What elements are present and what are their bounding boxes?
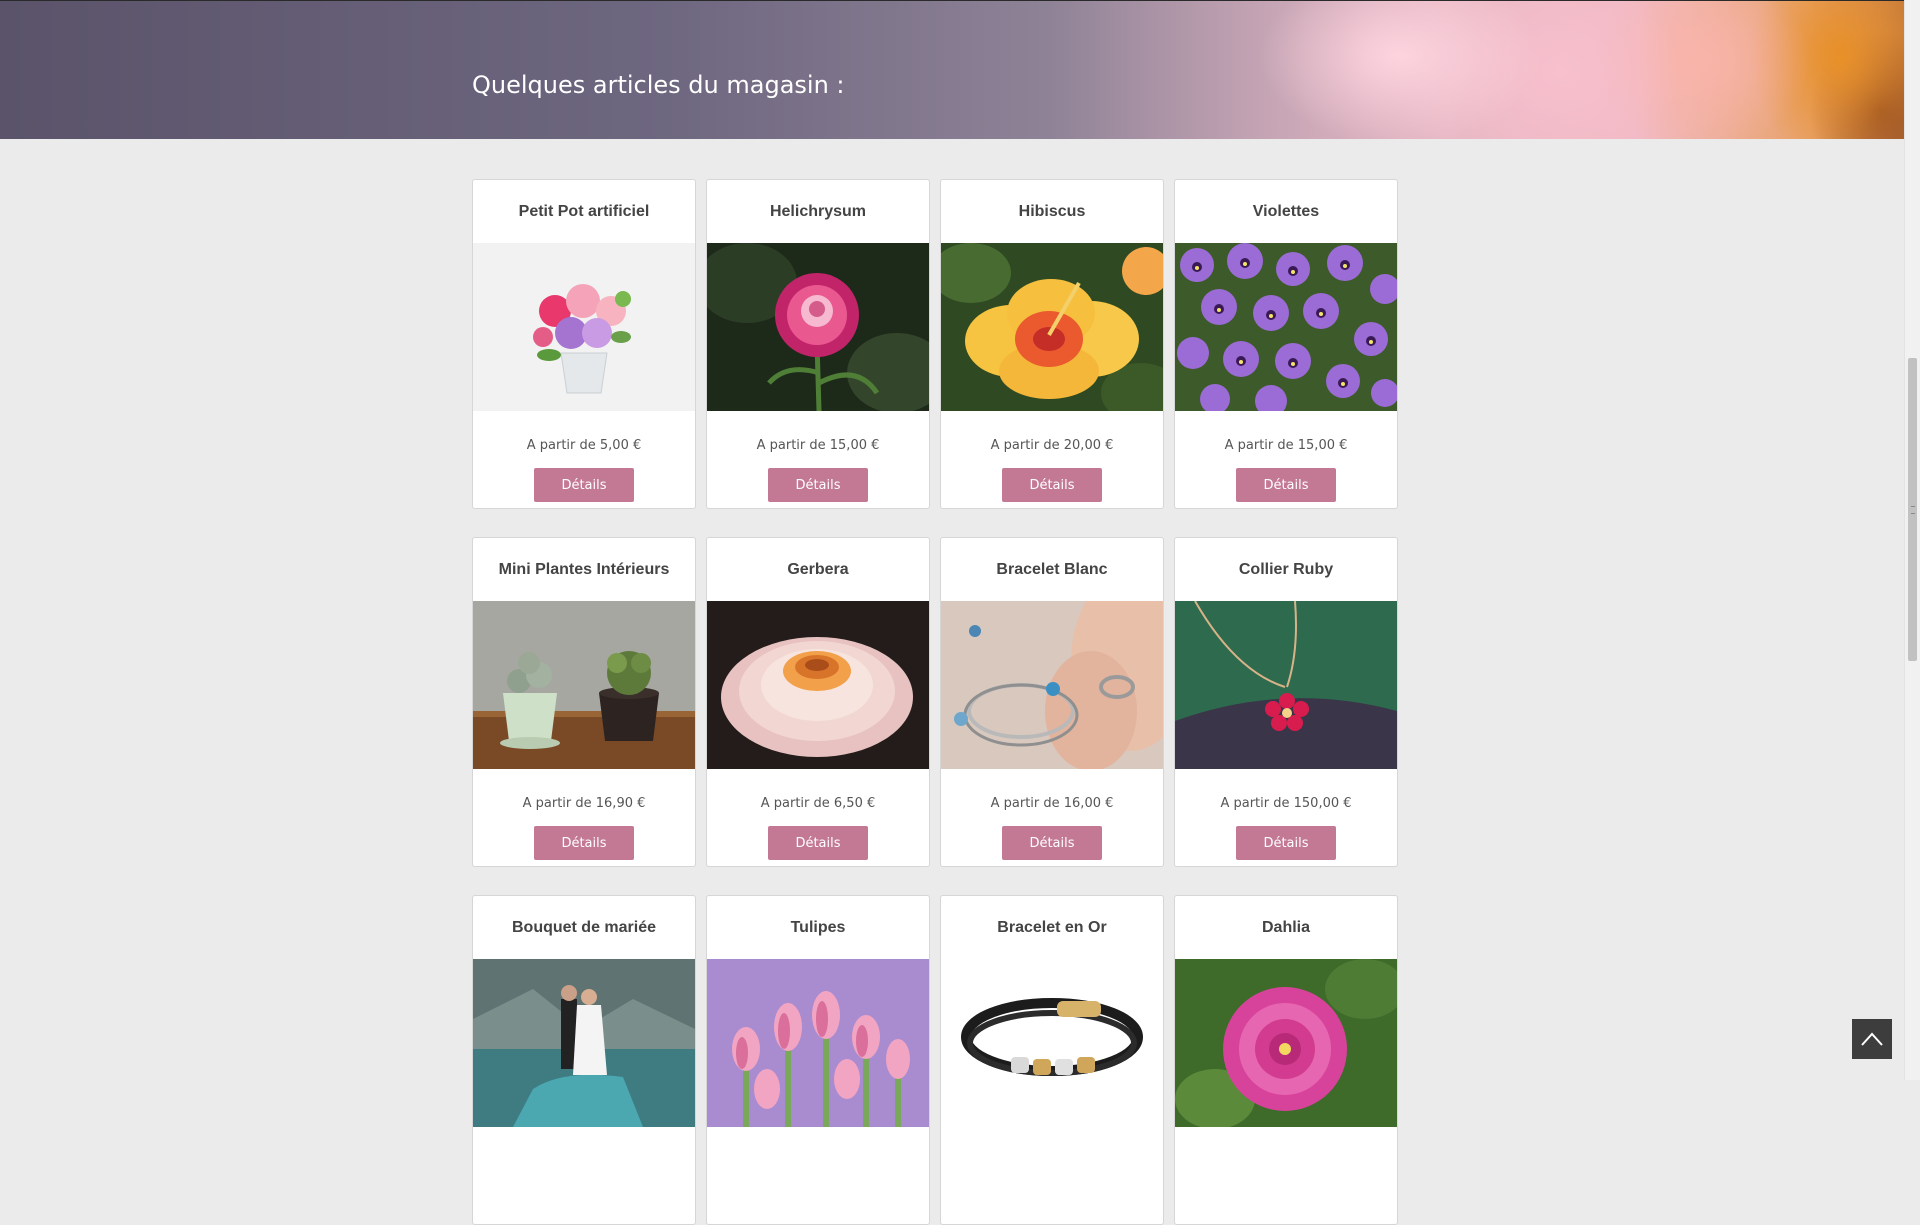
gold-bracelet-image[interactable] (941, 959, 1163, 1127)
product-card: Bracelet en Or (940, 895, 1164, 1225)
scrollbar-thumb[interactable] (1908, 358, 1917, 661)
bridal-bouquet-image[interactable] (473, 959, 695, 1127)
product-name[interactable]: Dahlia (1175, 896, 1397, 959)
product-grid: Petit Pot artificiel A partir de 5,00 € … (472, 179, 1398, 1225)
section-title: Quelques articles du magasin : (472, 70, 845, 99)
helichrysum-image[interactable] (707, 243, 929, 411)
white-bracelet-image[interactable] (941, 601, 1163, 769)
product-name[interactable]: Gerbera (707, 538, 929, 601)
product-name[interactable]: Helichrysum (707, 180, 929, 243)
product-name[interactable]: Collier Ruby (1175, 538, 1397, 601)
product-name[interactable]: Bouquet de mariée (473, 896, 695, 959)
details-button[interactable]: Détails (1236, 826, 1336, 860)
details-button[interactable]: Détails (1236, 468, 1336, 502)
product-card: Helichrysum A partir de 15,00 € Détails (706, 179, 930, 509)
product-price: A partir de 150,00 € (1220, 796, 1352, 811)
product-card: Petit Pot artificiel A partir de 5,00 € … (472, 179, 696, 509)
page-scrollbar[interactable] (1904, 0, 1920, 1080)
product-card: Violettes A partir de 15,00 € Détails (1174, 179, 1398, 509)
product-card: Collier Ruby A partir de 150,00 € Détail… (1174, 537, 1398, 867)
details-button[interactable]: Détails (1002, 826, 1102, 860)
product-price: A partir de 5,00 € (526, 438, 642, 453)
product-card: Bouquet de mariée (472, 895, 696, 1225)
artificial-flower-pot-image[interactable] (473, 243, 695, 411)
header-banner: Quelques articles du magasin : (0, 0, 1904, 139)
details-button[interactable]: Détails (534, 826, 634, 860)
product-price: A partir de 20,00 € (990, 438, 1114, 453)
dahlia-image[interactable] (1175, 959, 1397, 1127)
product-card: Gerbera A partir de 6,50 € Détails (706, 537, 930, 867)
details-button[interactable]: Détails (1002, 468, 1102, 502)
ruby-necklace-image[interactable] (1175, 601, 1397, 769)
details-button[interactable]: Détails (534, 468, 634, 502)
violets-image[interactable] (1175, 243, 1397, 411)
product-price: A partir de 15,00 € (1224, 438, 1348, 453)
product-name[interactable]: Violettes (1175, 180, 1397, 243)
product-price: A partir de 16,00 € (990, 796, 1114, 811)
product-card: Bracelet Blanc A partir de 16,00 € Détai… (940, 537, 1164, 867)
product-card: Mini Plantes Intérieurs A partir de 16,9… (472, 537, 696, 867)
chevron-up-icon (1861, 1032, 1883, 1046)
product-name[interactable]: Bracelet Blanc (941, 538, 1163, 601)
product-card: Tulipes (706, 895, 930, 1225)
product-name[interactable]: Mini Plantes Intérieurs (473, 538, 695, 601)
product-name[interactable]: Tulipes (707, 896, 929, 959)
product-price: A partir de 15,00 € (756, 438, 880, 453)
product-price: A partir de 16,90 € (522, 796, 646, 811)
hibiscus-image[interactable] (941, 243, 1163, 411)
mini-plants-image[interactable] (473, 601, 695, 769)
product-card: Dahlia (1174, 895, 1398, 1225)
back-to-top-button[interactable] (1852, 1019, 1892, 1059)
tulips-image[interactable] (707, 959, 929, 1127)
gerbera-image[interactable] (707, 601, 929, 769)
product-name[interactable]: Petit Pot artificiel (473, 180, 695, 243)
product-card: Hibiscus A partir de 20,00 € Détails (940, 179, 1164, 509)
product-name[interactable]: Bracelet en Or (941, 896, 1163, 959)
details-button[interactable]: Détails (768, 468, 868, 502)
grip-icon (1911, 506, 1915, 514)
product-name[interactable]: Hibiscus (941, 180, 1163, 243)
details-button[interactable]: Détails (768, 826, 868, 860)
product-price: A partir de 6,50 € (760, 796, 876, 811)
